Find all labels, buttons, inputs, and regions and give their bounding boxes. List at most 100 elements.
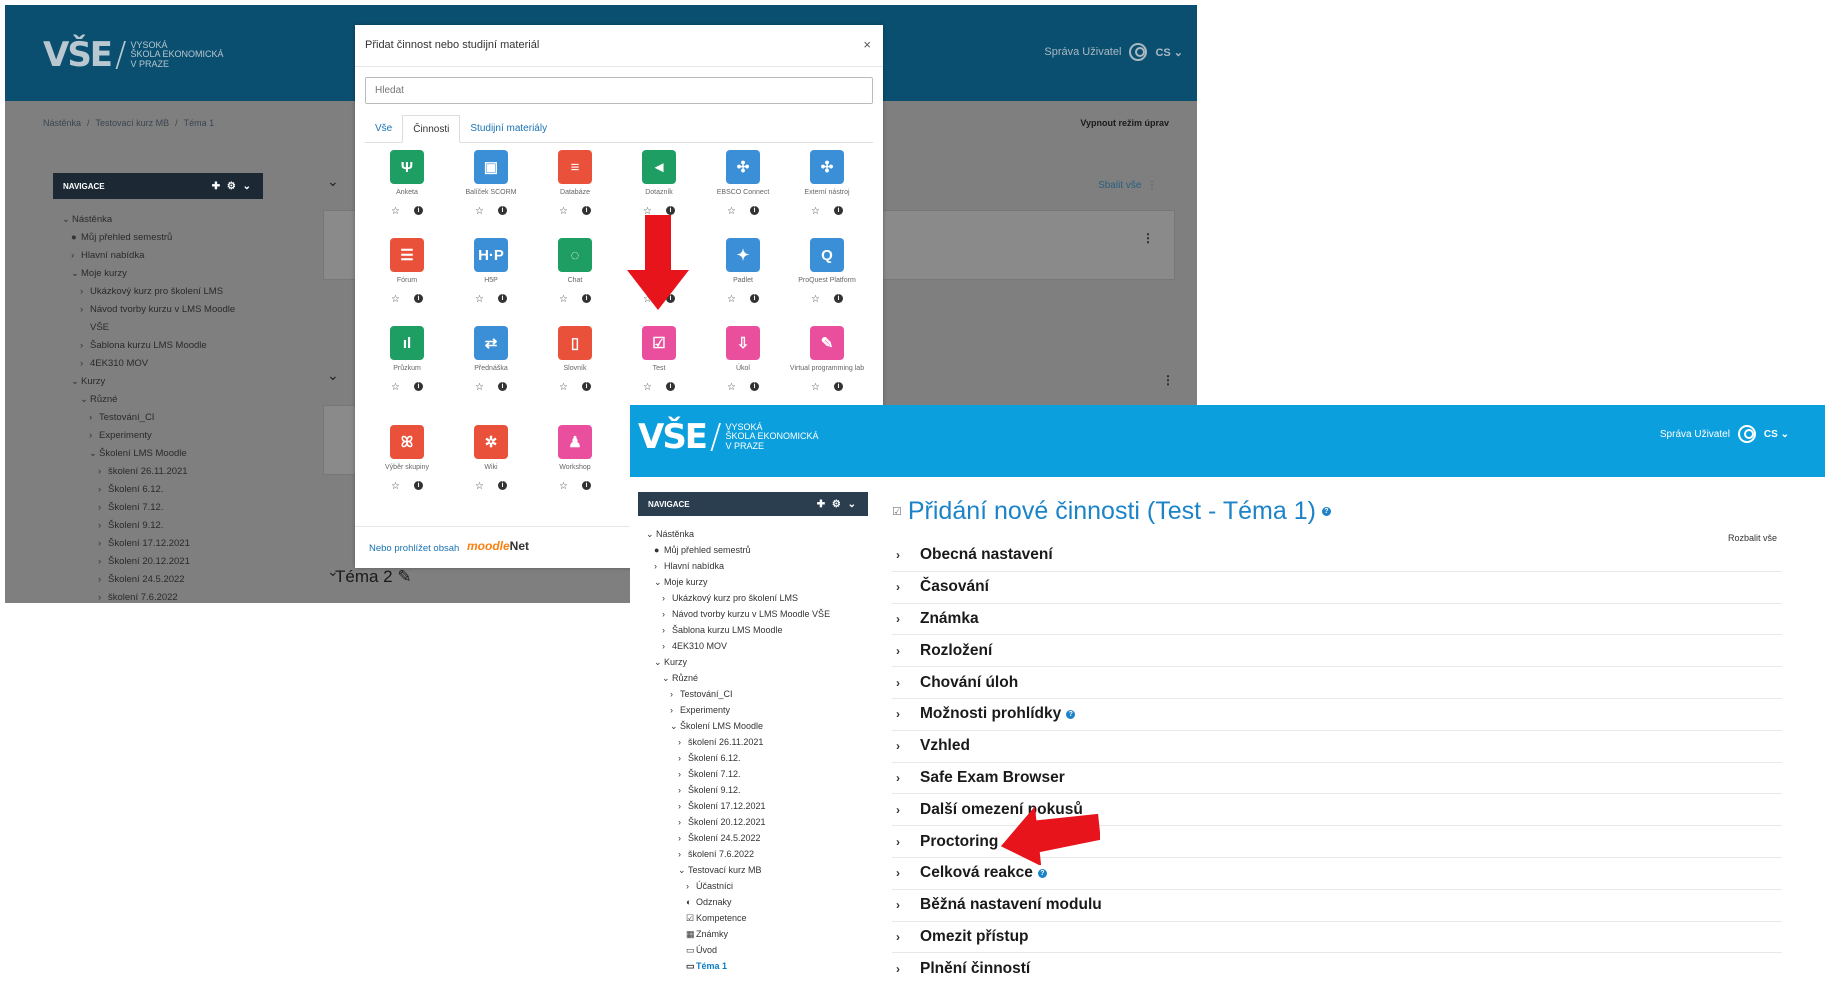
activity-item[interactable]: ⇄ Přednáška ☆ i [449,326,533,393]
nav-item[interactable]: › Návod tvorby kurzu v LMS Moodle VŠE [638,606,868,622]
star-icon[interactable]: ☆ [559,382,568,393]
nav-item[interactable]: VŠE [53,319,263,337]
block-controls-icon[interactable]: ✚ ⚙ ⌄ [817,499,858,510]
activity-item[interactable]: ✎ Virtual programming lab ☆ i [785,326,869,393]
activity-item[interactable]: ◌ Chat ☆ i [533,238,617,305]
star-icon[interactable]: ☆ [559,294,568,305]
section-collapse-icon[interactable]: ⌄ [327,367,339,384]
block-controls-icon[interactable]: ✚ ⚙ ⌄ [212,181,253,192]
settings-section-header[interactable]: › Časování [892,572,1782,604]
info-icon[interactable]: i [833,294,843,303]
activity-item[interactable]: ✦ Padlet ☆ i [701,238,785,305]
activity-item[interactable]: ▣ Balíček SCORM ☆ i [449,150,533,217]
info-icon[interactable]: i [497,206,507,215]
nav-item[interactable]: › Ukázkový kurz pro školení LMS [638,590,868,606]
kebab-menu-icon[interactable]: ⋮ [1162,373,1174,387]
nav-item[interactable]: ⌄ Moje kurzy [638,574,868,590]
nav-item[interactable]: › Školení 7.12. [53,499,263,517]
star-icon[interactable]: ☆ [811,294,820,305]
nav-item[interactable]: ⌄ Různé [53,391,263,409]
nav-item[interactable]: ▭Téma 1 [638,958,868,974]
nav-item[interactable]: › Školení 17.12.2021 [53,535,263,553]
star-icon[interactable]: ☆ [727,294,736,305]
star-icon[interactable]: ☆ [727,382,736,393]
star-icon[interactable]: ☆ [811,206,820,217]
info-icon[interactable]: i [749,294,759,303]
info-icon[interactable]: i [497,382,507,391]
help-icon[interactable]: ? [1037,868,1047,878]
info-icon[interactable]: i [497,294,507,303]
nav-item[interactable]: ● Můj přehled semestrů [638,542,868,558]
info-icon[interactable]: i [749,206,759,215]
info-icon[interactable]: i [413,294,423,303]
activity-search-input[interactable] [365,77,873,104]
star-icon[interactable]: ☆ [727,206,736,217]
vse-logo[interactable]: VŠE / Vysoká škola ekonomická v Praze [43,35,224,75]
nav-item[interactable]: › Školení 7.12. [638,766,868,782]
nav-item[interactable]: ⌄ Různé [638,670,868,686]
nav-item[interactable]: › Školení 9.12. [638,782,868,798]
nav-item[interactable]: › školení 7.6.2022 [638,846,868,862]
nav-item[interactable]: › Školení 20.12.2021 [638,814,868,830]
activity-item[interactable]: ♟ Workshop ☆ i [533,425,617,492]
nav-item[interactable]: › Šablona kurzu LMS Moodle [638,622,868,638]
info-icon[interactable]: i [665,382,675,391]
info-icon[interactable]: i [413,481,423,490]
nav-item[interactable]: › Ukázkový kurz pro školení LMS [53,283,263,301]
info-icon[interactable]: i [497,481,507,490]
breadcrumb-item[interactable]: Testovací kurz MB [96,118,170,128]
info-icon[interactable]: i [581,206,591,215]
nav-item[interactable]: ⌄ Školení LMS Moodle [53,445,263,463]
star-icon[interactable]: ☆ [559,481,568,492]
edit-mode-off-button[interactable]: Vypnout režim úprav [1080,118,1169,128]
info-icon[interactable]: i [581,481,591,490]
kebab-menu-icon[interactable]: ⋮ [1142,231,1154,245]
nav-item[interactable]: › Školení 6.12. [638,750,868,766]
activity-item[interactable]: H·P H5P ☆ i [449,238,533,305]
browse-moodlenet-link[interactable]: Nebo prohlížet obsah [369,543,459,554]
section-collapse-icon[interactable]: ⌄ [327,173,339,190]
breadcrumb-item[interactable]: Téma 1 [184,118,215,128]
language-selector[interactable]: CS ⌄ [1764,429,1789,440]
nav-item[interactable]: ▦Známky [638,926,868,942]
activity-item[interactable]: ▯ Slovník ☆ i [533,326,617,393]
activity-item[interactable]: ıl Průzkum ☆ i [365,326,449,393]
settings-section-header[interactable]: › Vzhled [892,731,1782,763]
nav-item[interactable]: › školení 7.6.2022 [53,589,263,603]
info-icon[interactable]: i [665,206,675,215]
settings-section-header[interactable]: › Možnosti prohlídky? [892,699,1782,731]
user-menu[interactable]: Správa Uživatel CS ⌄ [1660,425,1789,443]
info-icon[interactable]: i [413,382,423,391]
activity-item[interactable]: ⇩ Úkol ☆ i [701,326,785,393]
info-icon[interactable]: i [833,206,843,215]
settings-section-header[interactable]: › Omezit přístup [892,922,1782,954]
star-icon[interactable]: ☆ [811,382,820,393]
nav-item[interactable]: › Experimenty [638,702,868,718]
nav-item[interactable]: › Hlavní nabídka [638,558,868,574]
nav-item[interactable]: › školení 26.11.2021 [638,734,868,750]
nav-item[interactable]: ⌄ Nástěnka [53,211,263,229]
star-icon[interactable]: ☆ [391,382,400,393]
collapse-all-link[interactable]: Sbalit vše ⋮ [1098,180,1157,191]
settings-section-header[interactable]: › Běžná nastavení modulu [892,890,1782,922]
nav-item[interactable]: › Účastníci [638,878,868,894]
nav-item[interactable]: › Experimenty [53,427,263,445]
nav-item[interactable]: ◐ Odznaky [638,894,868,910]
star-icon[interactable]: ☆ [391,294,400,305]
tab-resources[interactable]: Studijní materiály [460,115,557,142]
nav-item[interactable]: › školení 26.11.2021 [53,463,263,481]
nav-item[interactable]: ⌄ Školení LMS Moodle [638,718,868,734]
nav-item[interactable]: › Školení 17.12.2021 [638,798,868,814]
nav-item[interactable]: › Školení 9.12. [53,517,263,535]
settings-section-header[interactable]: › Plnění činností [892,953,1782,982]
moodlenet-logo[interactable]: moodleNet [467,539,529,553]
nav-item[interactable]: › Šablona kurzu LMS Moodle [53,337,263,355]
settings-section-header[interactable]: › Rozložení [892,635,1782,668]
nav-item[interactable]: › Hlavní nabídka [53,247,263,265]
nav-item[interactable]: ⌄ Moje kurzy [53,265,263,283]
activity-item[interactable]: ◄ Dotazník ☆ i [617,150,701,217]
star-icon[interactable]: ☆ [475,382,484,393]
nav-item[interactable]: › 4EK310 MOV [638,638,868,654]
star-icon[interactable]: ☆ [475,294,484,305]
settings-section-header[interactable]: › Známka [892,604,1782,636]
